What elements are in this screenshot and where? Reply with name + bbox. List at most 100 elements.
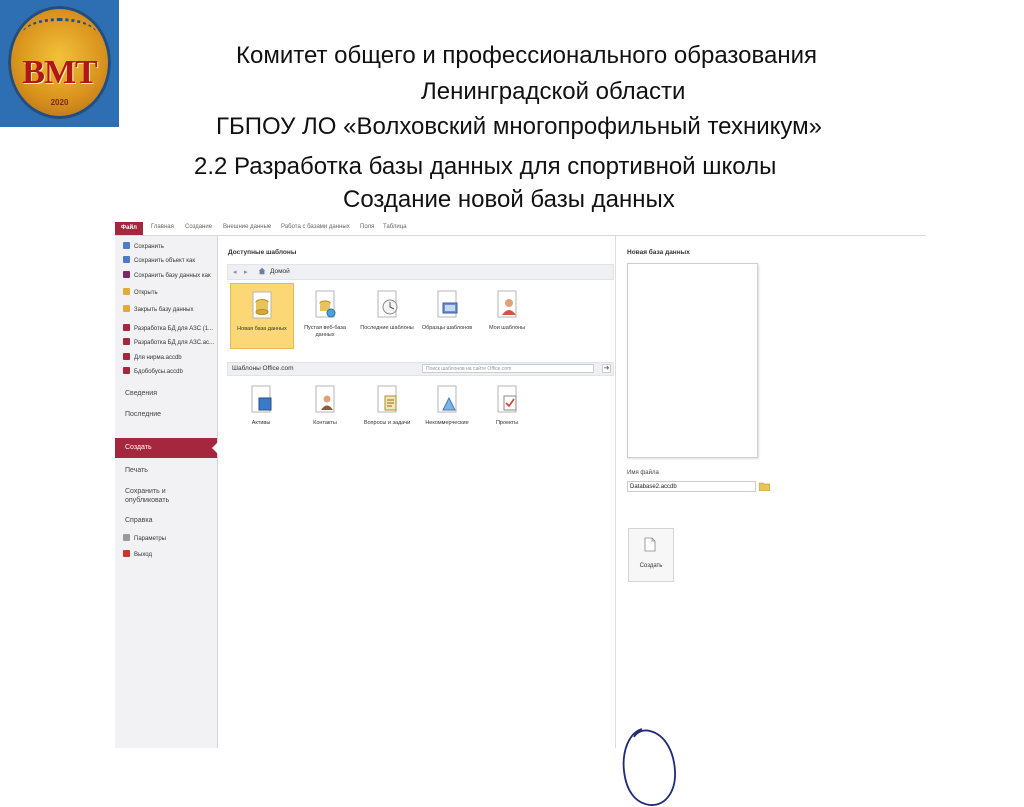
ribbon-tabs: Файл Главная Создание Внешние данные Раб… <box>115 222 926 236</box>
template-preview <box>627 263 758 458</box>
back-arrow-icon[interactable]: ◂ <box>233 268 237 276</box>
contacts-icon <box>315 385 335 413</box>
menu-info[interactable]: Сведения <box>125 389 157 398</box>
sample-templates-icon <box>437 290 458 318</box>
templates-panel: Доступные шаблоны ◂ ▸ Домой Новая база д… <box>218 236 615 748</box>
menu-exit[interactable]: Выход <box>123 550 152 558</box>
projects-icon <box>497 385 517 413</box>
tab-file[interactable]: Файл <box>115 222 143 235</box>
create-button-label: Создать <box>639 563 663 569</box>
access-file-icon <box>123 338 130 345</box>
logo-text: ВМТ <box>22 54 97 91</box>
access-file-icon <box>123 324 130 331</box>
template-search-button[interactable]: ➜ <box>602 364 611 373</box>
menu-save-database-as[interactable]: Сохранить базу данных как <box>123 271 211 279</box>
save-icon <box>123 242 130 249</box>
template-projects-label: Проекты <box>495 420 519 426</box>
template-search-input[interactable]: Поиск шаблонов на сайте Office.com <box>422 364 594 373</box>
menu-exit-label: Выход <box>134 552 152 558</box>
tab-create[interactable]: Создание <box>185 224 212 230</box>
template-my-templates[interactable]: Мои шаблоны <box>476 283 538 347</box>
recent-file-2[interactable]: Разработка БД для АЗС.ас... <box>123 338 214 346</box>
tab-table[interactable]: Таблица <box>383 224 407 230</box>
new-document-icon <box>644 537 656 552</box>
template-recent[interactable]: Последние шаблоны <box>356 283 418 347</box>
save-db-icon <box>123 271 130 278</box>
templates-title: Доступные шаблоны <box>228 249 297 256</box>
template-nonprofit-label: Некоммерческие <box>425 420 469 426</box>
recent-file-1-label: Разработка БД для АЗС (1... <box>134 326 214 332</box>
close-db-icon <box>123 305 130 312</box>
menu-close-database[interactable]: Закрыть базу данных <box>123 305 193 313</box>
template-my-templates-label: Мои шаблоны <box>489 325 525 331</box>
template-projects[interactable]: Проекты <box>476 378 538 442</box>
menu-save-database-as-label: Сохранить базу данных как <box>134 273 211 279</box>
menu-save-label: Сохранить <box>134 244 164 250</box>
template-blank-web-database[interactable]: Пустая веб-база данных <box>294 283 356 347</box>
annotation-circle <box>622 728 676 806</box>
access-file-icon <box>123 353 130 360</box>
new-database-panel: Новая база данных Имя файла Database2.ac… <box>615 236 927 748</box>
nonprofit-icon <box>437 385 457 413</box>
template-assets-label: Активы <box>251 420 271 426</box>
header-institution: ГБПОУ ЛО «Волховский многопрофильный тех… <box>216 113 823 140</box>
access-file-icon <box>123 367 130 374</box>
exit-icon <box>123 550 130 557</box>
menu-close-database-label: Закрыть базу данных <box>134 307 194 313</box>
folder-open-icon <box>123 288 130 295</box>
menu-options[interactable]: Параметры <box>123 534 166 542</box>
menu-save-publish[interactable]: Сохранить и опубликовать <box>125 487 195 505</box>
web-database-icon <box>315 290 336 318</box>
logo-year: 2020 <box>50 98 69 107</box>
file-name-input[interactable]: Database2.accdb <box>627 481 756 492</box>
file-name-label: Имя файла <box>627 470 659 476</box>
my-templates-icon <box>497 290 517 318</box>
recent-file-3-label: Для нирма.accdb <box>134 355 182 361</box>
home-icon[interactable] <box>258 267 266 275</box>
template-samples-label: Образцы шаблонов <box>421 325 473 331</box>
nav-home-label[interactable]: Домой <box>270 268 290 275</box>
menu-save-object-as-label: Сохранить объект как <box>134 258 195 264</box>
recent-file-2-label: Разработка БД для АЗС.ас... <box>134 340 215 346</box>
tab-database-tools[interactable]: Работа с базами данных <box>281 224 350 230</box>
new-database-title: Новая база данных <box>627 249 690 256</box>
recent-file-3[interactable]: Для нирма.accdb <box>123 353 182 361</box>
menu-print[interactable]: Печать <box>125 466 148 475</box>
backstage-menu: Сохранить Сохранить объект как Сохранить… <box>115 236 218 748</box>
assets-icon <box>251 385 272 413</box>
access-backstage-screenshot: Файл Главная Создание Внешние данные Раб… <box>115 222 927 806</box>
template-recent-label: Последние шаблоны <box>360 325 414 331</box>
forward-arrow-icon[interactable]: ▸ <box>244 268 248 276</box>
tab-home[interactable]: Главная <box>151 224 174 230</box>
recent-file-4-label: Бдобобусы.accdb <box>134 369 183 375</box>
recent-file-4[interactable]: Бдобобусы.accdb <box>123 367 183 375</box>
slide-title: 2.2 Разработка базы данных для спортивно… <box>194 153 777 180</box>
emblem-icon: ВМТ 2020 <box>8 6 111 119</box>
template-blank-database-label: Новая база данных <box>237 326 287 332</box>
template-issues-tasks-label: Вопросы и задачи <box>363 420 411 426</box>
tab-external-data[interactable]: Внешние данные <box>223 224 271 230</box>
menu-recent[interactable]: Последние <box>125 410 161 419</box>
template-blank-web-database-label: Пустая веб-база данных <box>304 325 346 338</box>
template-assets[interactable]: Активы <box>230 378 292 442</box>
menu-save-object-as[interactable]: Сохранить объект как <box>123 256 195 264</box>
menu-save[interactable]: Сохранить <box>123 242 164 250</box>
template-issues-tasks[interactable]: Вопросы и задачи <box>356 378 418 442</box>
create-button[interactable]: Создать <box>628 528 674 582</box>
header-region: Ленинградской области <box>421 78 686 105</box>
template-blank-database[interactable]: Новая база данных <box>230 283 294 349</box>
menu-new[interactable]: Создать <box>115 438 218 458</box>
menu-help[interactable]: Справка <box>125 516 152 525</box>
menu-options-label: Параметры <box>134 536 166 542</box>
tab-fields[interactable]: Поля <box>360 224 374 230</box>
recent-file-1[interactable]: Разработка БД для АЗС (1... <box>123 324 213 332</box>
menu-new-label: Создать <box>125 444 152 451</box>
template-contacts[interactable]: Контакты <box>294 378 356 442</box>
save-as-icon <box>123 256 130 263</box>
template-nonprofit[interactable]: Некоммерческие <box>416 378 478 442</box>
menu-open[interactable]: Открыть <box>123 288 158 296</box>
template-samples[interactable]: Образцы шаблонов <box>416 283 478 347</box>
options-icon <box>123 534 130 541</box>
browse-folder-icon[interactable] <box>759 481 770 491</box>
templates-navbar: ◂ ▸ Домой <box>227 264 614 280</box>
